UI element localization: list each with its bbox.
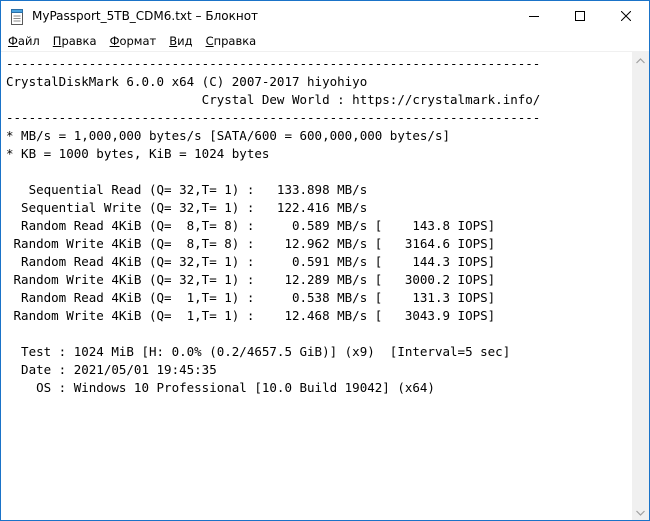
minimize-icon bbox=[529, 10, 539, 24]
chevron-up-icon bbox=[636, 51, 645, 69]
text-line: CrystalDiskMark 6.0.0 x64 (C) 2007-2017 … bbox=[6, 74, 368, 89]
scroll-down-button[interactable] bbox=[632, 503, 649, 520]
text-line: Sequential Read (Q= 32,T= 1) : 133.898 M… bbox=[6, 182, 368, 197]
close-icon bbox=[620, 10, 632, 24]
menu-help[interactable]: Справка bbox=[199, 32, 263, 51]
menu-format[interactable]: Формат bbox=[103, 32, 163, 51]
notepad-window: MyPassport_5TB_CDM6.txt – Блокнот Файл П… bbox=[0, 0, 650, 521]
text-line: ----------------------------------------… bbox=[6, 110, 541, 125]
scroll-up-button[interactable] bbox=[632, 51, 649, 68]
window-title: MyPassport_5TB_CDM6.txt – Блокнот bbox=[32, 9, 259, 23]
text-line: ​ bbox=[6, 325, 632, 343]
maximize-button[interactable] bbox=[557, 1, 603, 32]
chevron-down-icon bbox=[636, 503, 645, 521]
notepad-icon[interactable] bbox=[10, 9, 24, 25]
minimize-button[interactable] bbox=[511, 1, 557, 32]
close-button[interactable] bbox=[603, 1, 649, 32]
menu-view[interactable]: Вид bbox=[162, 32, 198, 51]
scroll-track[interactable] bbox=[632, 68, 649, 503]
text-line: ​ bbox=[6, 163, 632, 181]
title-bar[interactable]: MyPassport_5TB_CDM6.txt – Блокнот bbox=[1, 1, 649, 32]
text-line: * MB/s = 1,000,000 bytes/s [SATA/600 = 6… bbox=[6, 128, 451, 143]
menu-file[interactable]: Файл bbox=[1, 32, 46, 51]
text-line: Random Write 4KiB (Q= 32,T= 1) : 12.289 … bbox=[6, 272, 496, 287]
text-line: Random Read 4KiB (Q= 1,T= 1) : 0.538 MB/… bbox=[6, 290, 496, 305]
maximize-icon bbox=[575, 10, 585, 24]
text-line: ----------------------------------------… bbox=[6, 56, 541, 71]
text-line: Random Read 4KiB (Q= 8,T= 8) : 0.589 MB/… bbox=[6, 218, 496, 233]
document-text[interactable]: ----------------------------------------… bbox=[1, 52, 632, 397]
menu-edit[interactable]: Правка bbox=[46, 32, 103, 51]
text-line: Random Write 4KiB (Q= 8,T= 8) : 12.962 M… bbox=[6, 236, 496, 251]
vertical-scrollbar[interactable] bbox=[632, 51, 649, 520]
text-line: Sequential Write (Q= 32,T= 1) : 122.416 … bbox=[6, 200, 368, 215]
menu-bar: Файл Правка Формат Вид Справка bbox=[1, 32, 649, 51]
text-line: Test : 1024 MiB [H: 0.0% (0.2/4657.5 GiB… bbox=[6, 344, 511, 359]
text-line: Random Read 4KiB (Q= 32,T= 1) : 0.591 MB… bbox=[6, 254, 496, 269]
text-line: Date : 2021/05/01 19:45:35 bbox=[6, 362, 217, 377]
text-line: * KB = 1000 bytes, KiB = 1024 bytes bbox=[6, 146, 270, 161]
text-line: Random Write 4KiB (Q= 1,T= 1) : 12.468 M… bbox=[6, 308, 496, 323]
text-line: Crystal Dew World : https://crystalmark.… bbox=[6, 92, 541, 107]
text-editor-area[interactable]: ----------------------------------------… bbox=[1, 51, 632, 520]
text-line: OS : Windows 10 Professional [10.0 Build… bbox=[6, 380, 435, 395]
